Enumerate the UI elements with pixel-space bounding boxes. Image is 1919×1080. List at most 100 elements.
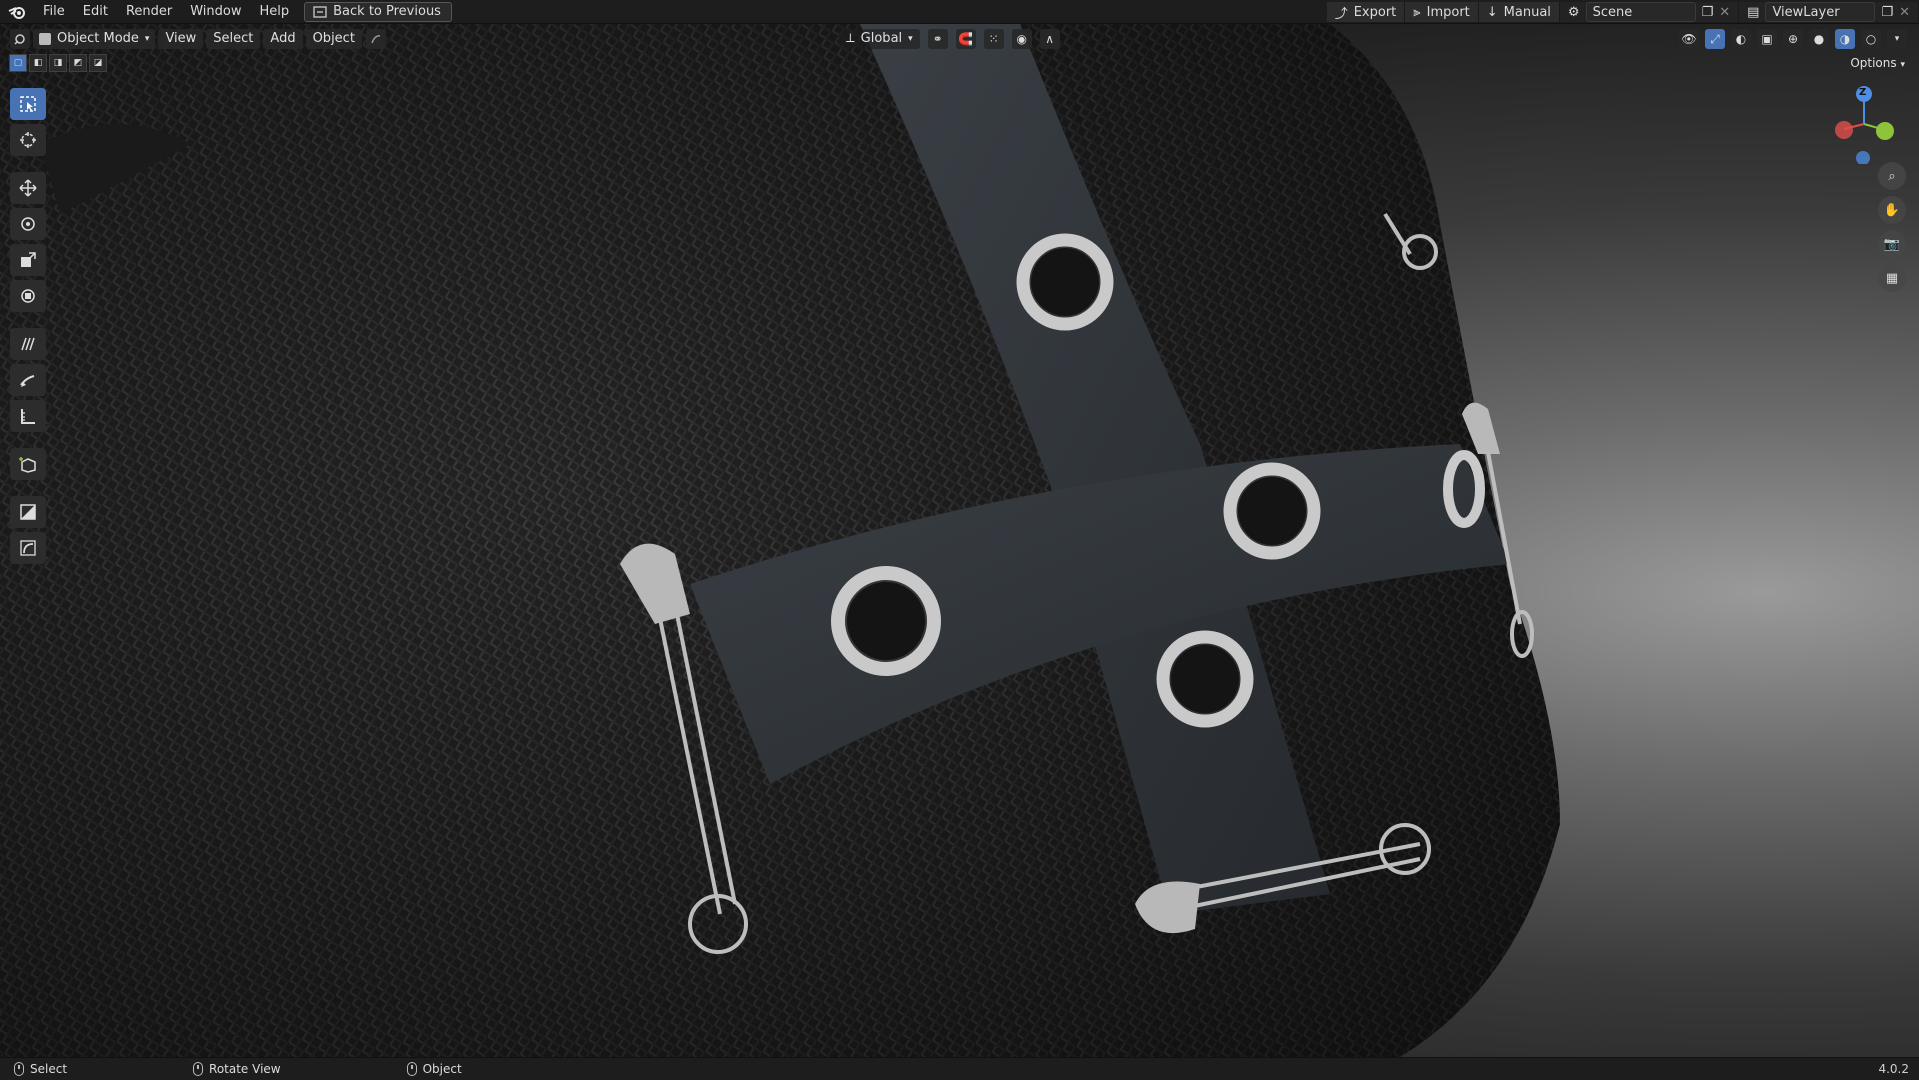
- new-scene-icon[interactable]: ❐: [1702, 5, 1714, 20]
- status-object: Object: [406, 1062, 462, 1076]
- view-layer-selector[interactable]: ▤ ViewLayer ❐ ✕: [1739, 2, 1919, 22]
- navigation-buttons: ⌕ ✋ 📷 ▦: [1878, 162, 1906, 292]
- snap-icon[interactable]: 🧲: [955, 29, 976, 49]
- scene-selector[interactable]: ⚙ Scene ❐ ✕: [1559, 2, 1740, 22]
- orientation-icon: ⟂: [846, 31, 855, 46]
- overlays-icon[interactable]: ◐: [1731, 29, 1751, 49]
- rendered-shading-icon[interactable]: ○: [1861, 29, 1881, 49]
- scene-icon: ⚙: [1567, 4, 1580, 20]
- select-new-icon[interactable]: ▢: [9, 54, 27, 72]
- curve-icon[interactable]: [10, 532, 46, 564]
- gesture-icon[interactable]: [365, 29, 386, 49]
- status-select: Select: [14, 1062, 67, 1076]
- selection-mode-row: ▢ ◧ ◨ ◩ ◪: [9, 54, 107, 72]
- measure-icon[interactable]: [10, 400, 46, 432]
- mouse-right-icon: [406, 1062, 417, 1076]
- new-view-layer-icon[interactable]: ❐: [1881, 5, 1893, 20]
- download-icon: ↓: [1486, 4, 1498, 20]
- options-dropdown[interactable]: Options ▾: [1850, 56, 1905, 70]
- select-subtract-icon[interactable]: ◨: [49, 54, 67, 72]
- cursor-icon[interactable]: [10, 124, 46, 156]
- scene-name-field[interactable]: Scene: [1585, 2, 1696, 22]
- view-layer-name: ViewLayer: [1772, 4, 1840, 20]
- select-box-icon[interactable]: [10, 88, 46, 120]
- pan-hand-icon[interactable]: ✋: [1878, 196, 1906, 224]
- mouse-middle-icon: [193, 1062, 204, 1076]
- view-layer-icon: ▤: [1747, 4, 1760, 20]
- menu-window[interactable]: Window: [181, 0, 250, 24]
- annotate-icon[interactable]: [10, 328, 46, 360]
- select-extend-icon[interactable]: ◧: [29, 54, 47, 72]
- transform-orientation-label: Global: [860, 31, 903, 46]
- material-preview-shading-icon[interactable]: ◑: [1835, 29, 1855, 49]
- chevron-down-icon: ▾: [908, 34, 913, 44]
- snap-target-icon[interactable]: ⁙: [983, 29, 1004, 49]
- chevron-down-icon: ▾: [144, 34, 150, 44]
- add-cube-icon[interactable]: [10, 448, 46, 480]
- scene-render: [0, 24, 1560, 1057]
- version-label: 4.0.2: [1878, 1062, 1909, 1076]
- import-label: Import: [1426, 4, 1470, 20]
- status-rotate: Rotate View: [193, 1062, 281, 1076]
- view-layer-field[interactable]: ViewLayer: [1765, 2, 1876, 22]
- select-invert-icon[interactable]: ◩: [69, 54, 87, 72]
- move-icon[interactable]: [10, 172, 46, 204]
- transform-orientation-dropdown[interactable]: ⟂ Global ▾: [839, 29, 920, 49]
- options-label: Options: [1850, 56, 1897, 70]
- zoom-icon[interactable]: ⌕: [1878, 162, 1906, 190]
- top-menu-bar: File Edit Render Window Help Back to Pre…: [0, 0, 1919, 24]
- status-rotate-label: Rotate View: [209, 1062, 281, 1076]
- gizmo-toggle-icon[interactable]: ⤢: [1705, 29, 1725, 49]
- menu-view[interactable]: View: [158, 29, 204, 49]
- proportional-editing-icon[interactable]: ◉: [1011, 29, 1032, 49]
- status-bar: Select Rotate View Object 4.0.2: [0, 1057, 1919, 1080]
- mouse-left-icon: [14, 1062, 24, 1076]
- transform-icon[interactable]: [10, 280, 46, 312]
- rotate-icon[interactable]: [10, 208, 46, 240]
- draw-icon[interactable]: [10, 364, 46, 396]
- import-icon: ⫸: [1413, 4, 1421, 20]
- blender-logo-icon[interactable]: [0, 0, 34, 24]
- manual-label: Manual: [1503, 4, 1551, 20]
- menu-help[interactable]: Help: [251, 0, 299, 24]
- object-mode-icon: [39, 33, 51, 45]
- scene-name: Scene: [1592, 4, 1633, 20]
- delete-view-layer-icon[interactable]: ✕: [1899, 5, 1910, 20]
- 3d-viewport[interactable]: Object Mode ▾ View Select Add Object ⟂ G…: [0, 24, 1919, 1057]
- editor-type-icon[interactable]: [10, 29, 30, 49]
- manual-button[interactable]: ↓ Manual: [1478, 2, 1560, 22]
- pivot-point-icon[interactable]: ⚭: [927, 29, 948, 49]
- chevron-down-icon: ▾: [1900, 60, 1905, 70]
- status-select-label: Select: [30, 1062, 68, 1076]
- falloff-icon[interactable]: ∧: [1039, 29, 1060, 49]
- shader-icon[interactable]: [10, 496, 46, 528]
- shading-options-icon[interactable]: ▾: [1887, 29, 1907, 49]
- visibility-icon[interactable]: 👁: [1679, 29, 1699, 49]
- viewport-header: Object Mode ▾ View Select Add Object ⟂ G…: [0, 26, 1919, 52]
- menu-file[interactable]: File: [34, 0, 74, 24]
- wireframe-shading-icon[interactable]: ⊕: [1783, 29, 1803, 49]
- navigation-gizmo[interactable]: Z: [1829, 84, 1899, 165]
- screen-icon: [313, 5, 327, 18]
- import-button[interactable]: ⫸ Import: [1405, 2, 1479, 22]
- perspective-grid-icon[interactable]: ▦: [1878, 264, 1906, 292]
- object-mode-dropdown[interactable]: Object Mode ▾: [33, 29, 156, 49]
- back-to-previous-button[interactable]: Back to Previous: [304, 1, 452, 22]
- menu-edit[interactable]: Edit: [74, 0, 117, 24]
- export-icon: ⤴: [1334, 6, 1348, 22]
- menu-object[interactable]: Object: [305, 29, 362, 49]
- delete-scene-icon[interactable]: ✕: [1719, 5, 1730, 20]
- camera-view-icon[interactable]: 📷: [1878, 230, 1906, 258]
- export-button[interactable]: ⤴ Export: [1326, 2, 1406, 22]
- select-intersect-icon[interactable]: ◪: [89, 54, 107, 72]
- xray-icon[interactable]: ▣: [1757, 29, 1777, 49]
- back-to-previous-label: Back to Previous: [333, 3, 441, 19]
- scale-icon[interactable]: [10, 244, 46, 276]
- menu-add[interactable]: Add: [263, 29, 303, 49]
- export-label: Export: [1353, 4, 1397, 20]
- tool-shelf: [9, 88, 47, 564]
- status-object-label: Object: [422, 1062, 462, 1076]
- menu-select[interactable]: Select: [206, 29, 261, 49]
- menu-render[interactable]: Render: [117, 0, 181, 24]
- solid-shading-icon[interactable]: ●: [1809, 29, 1829, 49]
